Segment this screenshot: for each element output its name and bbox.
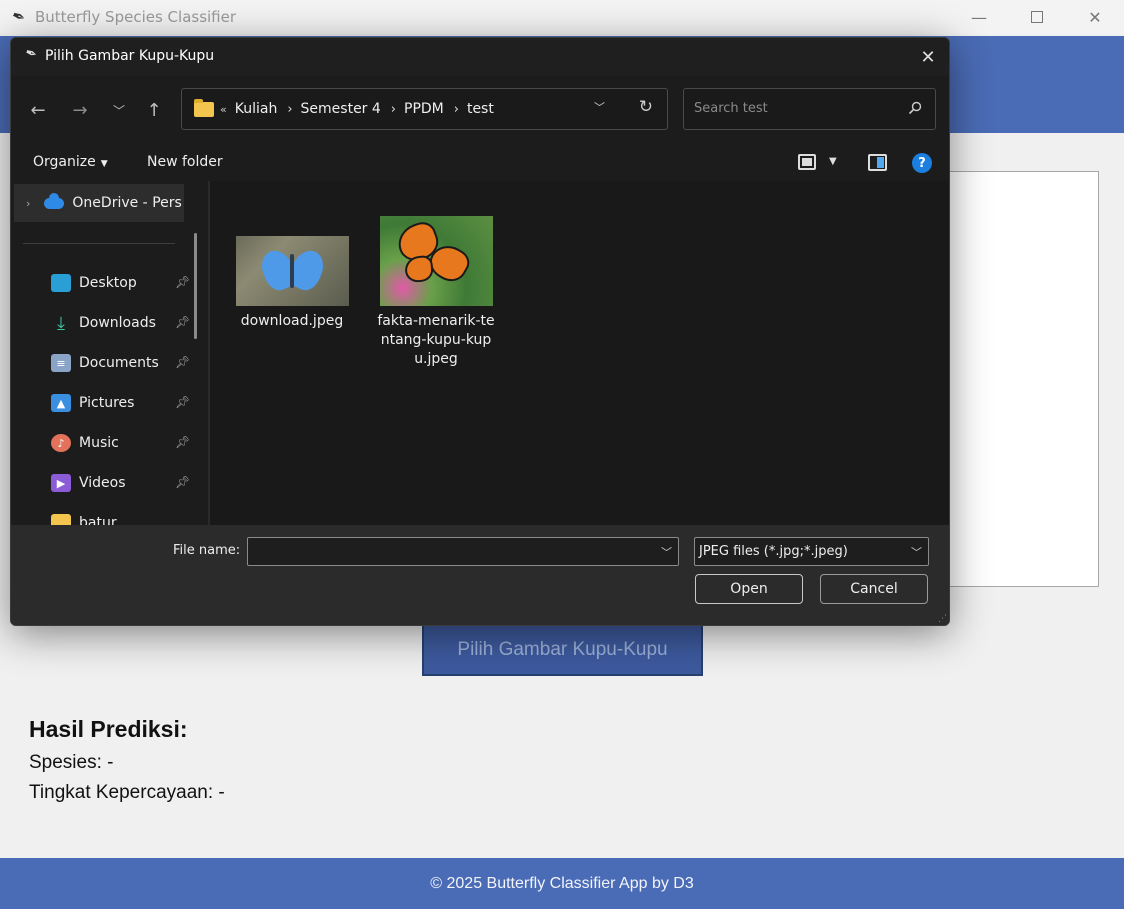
file-name-label: download.jpeg xyxy=(240,313,344,329)
desktop-icon xyxy=(51,274,71,292)
file-name-input[interactable]: ﹀ xyxy=(247,537,679,566)
organize-menu[interactable]: Organize ▼ xyxy=(33,154,108,170)
sidebar-item-documents[interactable]: ≡ Documents 📌︎ xyxy=(51,351,191,375)
sidebar-item-label: Music xyxy=(79,435,119,451)
sidebar-item-label: batur xyxy=(79,515,117,525)
breadcrumb-separator-icon[interactable]: › xyxy=(454,102,459,117)
sidebar-item-downloads[interactable]: ⤓ Downloads 📌︎ xyxy=(51,311,191,335)
breadcrumb-item[interactable]: Semester 4 xyxy=(301,101,381,117)
file-name-dropdown-icon[interactable]: ﹀ xyxy=(661,544,672,560)
file-thumbnail xyxy=(235,236,349,306)
new-folder-button[interactable]: New folder xyxy=(147,154,223,170)
breadcrumb-overflow[interactable]: « xyxy=(220,103,227,116)
sidebar-item-label: Documents xyxy=(79,355,159,371)
pin-icon[interactable]: 📌︎ xyxy=(175,435,190,449)
pin-icon[interactable]: 📌︎ xyxy=(175,355,190,369)
sidebar-item-music[interactable]: ♪ Music 📌︎ xyxy=(51,431,191,455)
confidence-result: Tingkat Kepercayaan: - xyxy=(29,782,225,803)
cancel-button[interactable]: Cancel xyxy=(820,574,928,604)
pin-icon[interactable]: 📌︎ xyxy=(175,275,190,289)
up-arrow-icon[interactable]: ↑ xyxy=(139,95,169,125)
sidebar-item-videos[interactable]: ▶ Videos 📌︎ xyxy=(51,471,191,495)
sidebar-divider xyxy=(23,243,175,244)
pin-icon[interactable]: 📌︎ xyxy=(175,475,190,489)
address-bar[interactable]: « Kuliah › Semester 4 › PPDM › test ﹀ ↻ xyxy=(181,88,668,130)
image-preview-panel xyxy=(930,171,1099,587)
app-title: Butterfly Species Classifier xyxy=(35,8,237,26)
file-list: download.jpeg fakta-menarik-te ntang-kup… xyxy=(210,181,949,525)
refresh-icon[interactable]: ↻ xyxy=(639,97,653,117)
pin-icon[interactable]: 📌︎ xyxy=(175,395,190,409)
music-icon: ♪ xyxy=(51,434,71,452)
sidebar-item-batur[interactable]: batur xyxy=(51,511,191,525)
chevron-down-icon: ﹀ xyxy=(911,546,922,559)
documents-icon: ≡ xyxy=(51,354,71,372)
feather-icon: ✒ xyxy=(9,5,29,28)
pictures-icon: ▲ xyxy=(51,394,71,412)
view-options-caret-icon[interactable]: ▼ xyxy=(829,156,837,167)
onedrive-cloud-icon xyxy=(44,192,65,209)
file-open-dialog: ✒ Pilih Gambar Kupu-Kupu ✕ ← → ﹀ ↑ « Kul… xyxy=(10,37,950,626)
close-button[interactable]: ✕ xyxy=(1066,0,1124,34)
sidebar-item-pictures[interactable]: ▲ Pictures 📌︎ xyxy=(51,391,191,415)
file-item[interactable]: fakta-menarik-te ntang-kupu-kup u.jpeg xyxy=(376,216,496,369)
dialog-toolbar: Organize ▼ New folder ▼ ? xyxy=(11,144,949,181)
sidebar-item-label: Pictures xyxy=(79,395,135,411)
breadcrumb-item[interactable]: PPDM xyxy=(404,101,444,117)
open-button[interactable]: Open xyxy=(695,574,803,604)
result-title: Hasil Prediksi: xyxy=(29,716,188,742)
dialog-titlebar: ✒ Pilih Gambar Kupu-Kupu ✕ xyxy=(11,38,949,76)
search-placeholder: Search test xyxy=(694,101,768,116)
dialog-close-button[interactable]: ✕ xyxy=(915,44,941,70)
downloads-icon: ⤓ xyxy=(57,312,65,334)
file-thumbnail xyxy=(379,216,493,306)
sidebar-item-desktop[interactable]: Desktop 📌︎ xyxy=(51,271,191,295)
back-arrow-icon[interactable]: ← xyxy=(23,95,53,125)
breadcrumb-item[interactable]: Kuliah xyxy=(235,101,278,117)
minimize-button[interactable]: — xyxy=(950,0,1008,34)
sidebar-item-label: Videos xyxy=(79,475,126,491)
breadcrumb-separator-icon[interactable]: › xyxy=(391,102,396,117)
file-item[interactable]: download.jpeg xyxy=(232,236,352,331)
navigation-pane: › OneDrive - Pers Desktop 📌︎ ⤓ Downloads… xyxy=(11,181,208,525)
resize-grip-icon[interactable]: ⋰ xyxy=(938,614,947,624)
address-dropdown-icon[interactable]: ﹀ xyxy=(594,99,605,115)
sidebar-item-label: OneDrive - Pers xyxy=(72,195,182,211)
view-mode-icon[interactable] xyxy=(798,154,816,170)
expand-chevron-icon[interactable]: › xyxy=(26,197,30,210)
sidebar-scrollbar[interactable] xyxy=(194,233,197,339)
folder-icon xyxy=(194,98,214,117)
sidebar-item-label: Desktop xyxy=(79,275,137,291)
folder-icon xyxy=(51,514,71,525)
recent-locations-chevron-icon[interactable]: ﹀ xyxy=(104,95,134,125)
dialog-title: Pilih Gambar Kupu-Kupu xyxy=(45,48,215,64)
navigation-bar: ← → ﹀ ↑ « Kuliah › Semester 4 › PPDM › t… xyxy=(11,76,949,144)
app-titlebar: ✒ Butterfly Species Classifier — ✕ xyxy=(0,0,1124,34)
search-icon xyxy=(908,101,922,115)
feather-icon: ✒ xyxy=(22,44,40,64)
maximize-button[interactable] xyxy=(1008,0,1066,34)
breadcrumb-item[interactable]: test xyxy=(467,101,494,117)
sidebar-item-onedrive[interactable]: › OneDrive - Pers xyxy=(14,184,184,222)
file-name-label: fakta-menarik-te ntang-kupu-kup u.jpeg xyxy=(377,313,495,367)
videos-icon: ▶ xyxy=(51,474,71,492)
file-name-label: File name: xyxy=(173,543,241,558)
forward-arrow-icon[interactable]: → xyxy=(65,95,95,125)
maximize-icon xyxy=(1031,11,1043,23)
dialog-bottom-bar: File name: ﹀ JPEG files (*.jpg;*.jpeg) ﹀… xyxy=(11,525,949,625)
help-icon[interactable]: ? xyxy=(912,153,932,173)
app-footer: © 2025 Butterfly Classifier App by D3 xyxy=(0,858,1124,909)
species-result: Spesies: - xyxy=(29,752,114,773)
pin-icon[interactable]: 📌︎ xyxy=(175,315,190,329)
sidebar-item-label: Downloads xyxy=(79,315,156,331)
file-type-select[interactable]: JPEG files (*.jpg;*.jpeg) ﹀ xyxy=(694,537,929,566)
preview-pane-icon[interactable] xyxy=(868,154,887,171)
search-box[interactable]: Search test xyxy=(683,88,936,130)
breadcrumb-separator-icon[interactable]: › xyxy=(287,102,292,117)
